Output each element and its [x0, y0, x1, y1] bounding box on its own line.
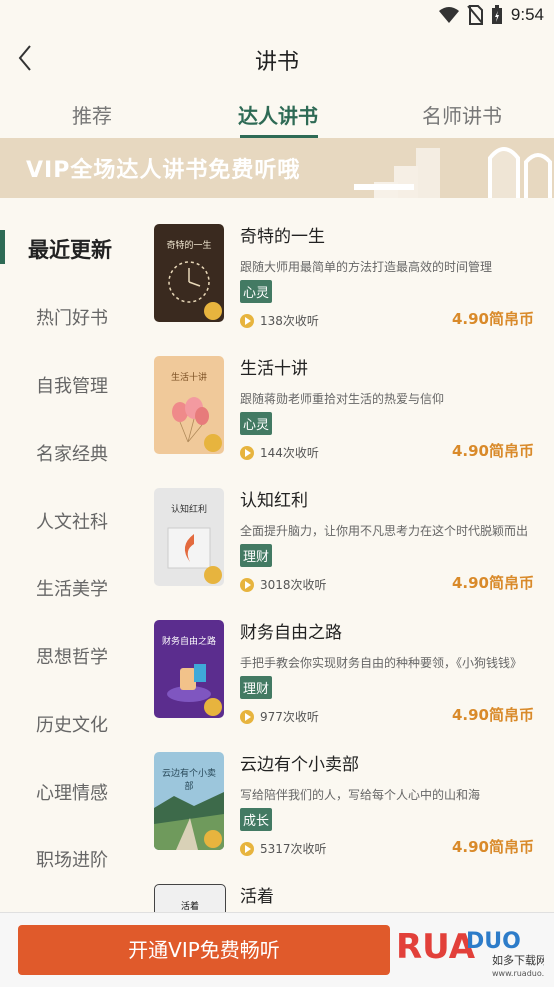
headphone-icon [204, 698, 222, 716]
listen-count: 3018次收听 [240, 576, 327, 593]
list-item[interactable]: 财务自由之路 财务自由之路 手把手教会你实现财务自由的种种要领，《小狗钱钱》 理… [154, 618, 554, 725]
book-cover: 生活十讲 [154, 356, 224, 454]
watermark-logo: RUA DUO 如多下载网 www.ruaduo.com [394, 918, 554, 980]
sidebar-item-self-management[interactable]: 自我管理 [36, 372, 108, 398]
book-cover: 活着 [154, 884, 226, 912]
listen-count-text: 138次收听 [260, 314, 319, 328]
svg-text:www.ruaduo.com: www.ruaduo.com [492, 969, 544, 978]
no-sim-icon [467, 5, 483, 25]
sidebar-item-hot[interactable]: 热门好书 [36, 304, 108, 330]
tab-expert-talks[interactable]: 达人讲书 [238, 100, 318, 129]
book-description: 跟随大师用最简单的方法打造最高效的时间管理 [240, 260, 493, 274]
book-price: 4.90简帛币 [451, 442, 534, 460]
book-tag: 理财 [240, 676, 273, 699]
book-description: 手把手教会你实现财务自由的种种要领，《小狗钱钱》 [240, 656, 523, 670]
play-icon [240, 313, 254, 328]
listen-count-text: 5317次收听 [260, 842, 327, 856]
list-item[interactable]: 云边有个小卖部 云边有个小卖部 写给陪伴我们的人，写给每个人心中的山和海 成长 … [154, 750, 554, 857]
book-cover: 奇特的一生 [154, 224, 224, 322]
book-price: 4.90简帛币 [451, 574, 534, 592]
page-title: 讲书 [254, 50, 299, 75]
bottom-bar: 开通VIP免费畅听 RUA DUO 如多下载网 www.ruaduo.com [0, 912, 554, 987]
book-title: 生活十讲 [240, 359, 308, 379]
svg-text:DUO: DUO [466, 929, 521, 954]
sidebar-item-humanities[interactable]: 人文社科 [36, 508, 108, 534]
book-title: 奇特的一生 [240, 227, 325, 247]
sidebar-active-marker [0, 230, 5, 264]
category-sidebar: 最近更新 热门好书 自我管理 名家经典 人文社科 生活美学 思想哲学 历史文化 … [0, 198, 140, 910]
cover-title: 活着 [180, 902, 199, 912]
listen-count: 144次收听 [240, 444, 319, 461]
book-title: 认知红利 [240, 491, 308, 511]
tab-bar: 推荐 达人讲书 名师讲书 [0, 88, 554, 138]
battery-icon [491, 5, 502, 24]
tab-recommend[interactable]: 推荐 [72, 100, 112, 129]
sidebar-item-lifestyle[interactable]: 生活美学 [36, 575, 108, 601]
listen-count-text: 3018次收听 [260, 578, 327, 592]
open-vip-button[interactable]: 开通VIP免费畅听 [18, 925, 390, 975]
listen-count: 977次收听 [240, 708, 319, 725]
headphone-icon [204, 434, 222, 452]
book-cover: 认知红利 [154, 488, 224, 586]
book-tag: 成长 [240, 808, 273, 831]
list-item[interactable]: 奇特的一生 奇特的一生 跟随大师用最简单的方法打造最高效的时间管理 心灵 138… [154, 222, 554, 329]
play-icon [240, 577, 254, 592]
sidebar-item-psychology[interactable]: 心理情感 [36, 779, 108, 805]
listen-count: 5317次收听 [240, 840, 327, 857]
book-list: 奇特的一生 奇特的一生 跟随大师用最简单的方法打造最高效的时间管理 心灵 138… [154, 222, 554, 912]
tab-teacher-talks[interactable]: 名师讲书 [422, 100, 502, 129]
book-price: 4.90简帛币 [451, 838, 534, 856]
status-time: 9:54 [510, 5, 544, 24]
watermark-graphic: RUA DUO 如多下载网 www.ruaduo.com [396, 927, 554, 978]
book-title: 活着 [240, 887, 274, 907]
book-description: 写给陪伴我们的人，写给每个人心中的山和海 [240, 788, 481, 802]
status-bar: 9:54 [0, 0, 554, 32]
banner-text: VIP全场达人讲书免费听哦 [26, 158, 301, 183]
listen-count: 138次收听 [240, 312, 319, 329]
svg-text:如多下载网: 如多下载网 [492, 953, 544, 967]
book-cover: 财务自由之路 [154, 620, 224, 718]
book-price: 4.90简帛币 [451, 310, 534, 328]
headphone-icon [204, 830, 222, 848]
listen-count-text: 977次收听 [260, 710, 319, 724]
play-icon [240, 709, 254, 724]
sidebar-item-recent[interactable]: 最近更新 [28, 234, 112, 264]
vip-banner[interactable]: VIP全场达人讲书免费听哦 [0, 138, 554, 198]
book-title: 财务自由之路 [240, 623, 342, 643]
headphone-icon [204, 566, 222, 584]
svg-text:RUA: RUA [396, 927, 476, 967]
book-description: 跟随蒋勋老师重拾对生活的热爱与信仰 [240, 392, 445, 406]
book-price: 4.90简帛币 [451, 706, 534, 724]
book-cover: 云边有个小卖部 [154, 752, 224, 850]
list-item[interactable]: 认知红利 认知红利 全面提升脑力，让你用不凡思考力在这个时代脱颖而出 理财 30… [154, 486, 554, 593]
title-bar: 讲书 [0, 32, 554, 84]
list-item[interactable]: 生活十讲 生活十讲 跟随蒋勋老师重拾对生活的热爱与信仰 心灵 144次收听 4.… [154, 354, 554, 461]
book-title: 云边有个小卖部 [240, 755, 359, 775]
book-tag: 理财 [240, 544, 273, 567]
status-icons: 9:54 [438, 5, 544, 25]
sidebar-item-classics[interactable]: 名家经典 [36, 440, 108, 466]
book-tag: 心灵 [240, 412, 273, 435]
wifi-icon [438, 7, 459, 23]
listen-count-text: 144次收听 [260, 446, 319, 460]
book-description: 全面提升脑力，让你用不凡思考力在这个时代脱颖而出 [240, 524, 529, 538]
sidebar-item-history[interactable]: 历史文化 [36, 711, 108, 737]
book-tag: 心灵 [240, 280, 273, 303]
list-item[interactable]: 活着 活着 [154, 882, 554, 912]
sidebar-item-career[interactable]: 职场进阶 [36, 846, 108, 872]
play-icon [240, 445, 254, 460]
play-icon [240, 841, 254, 856]
sidebar-item-philosophy[interactable]: 思想哲学 [36, 643, 108, 669]
banner-decoration [354, 147, 552, 198]
headphone-icon [204, 302, 222, 320]
